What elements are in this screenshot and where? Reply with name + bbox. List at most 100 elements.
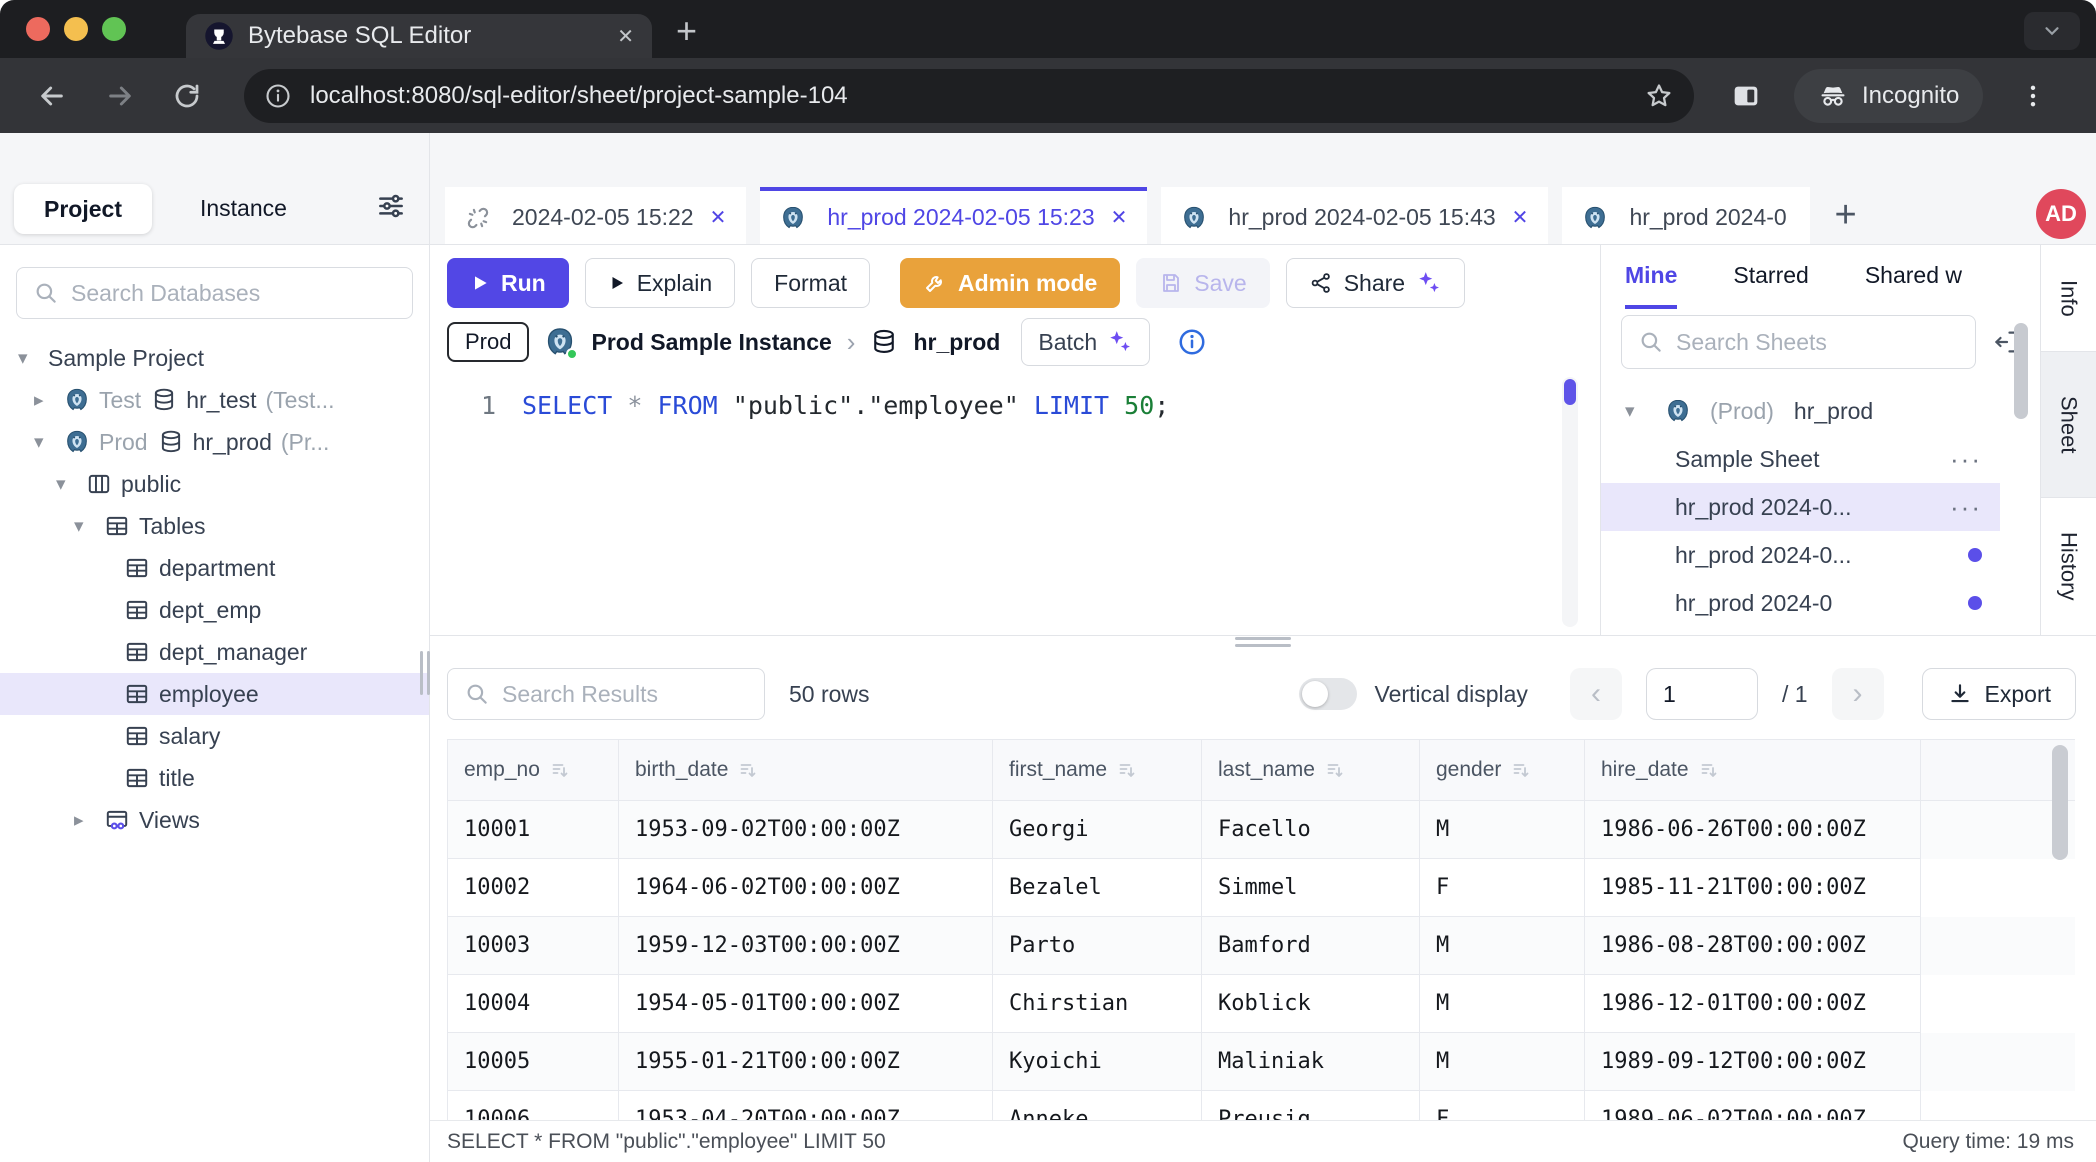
sort-icon[interactable] <box>550 760 570 780</box>
admin-mode-button[interactable]: Admin mode <box>900 258 1120 308</box>
table-row[interactable]: 100021964-06-02T00:00:00ZBezalelSimmelF1… <box>447 859 2075 917</box>
format-button[interactable]: Format <box>751 258 870 308</box>
strip-tab-history[interactable]: History <box>2041 498 2096 635</box>
tab-search-chevron-button[interactable] <box>2024 12 2080 50</box>
search-sheets-input[interactable]: Search Sheets <box>1621 315 1976 369</box>
panel-splitter[interactable] <box>430 635 2096 649</box>
avatar[interactable]: AD <box>2036 189 2086 239</box>
table-cell[interactable]: 10001 <box>447 801 619 859</box>
table-cell[interactable]: Anneke <box>993 1091 1202 1120</box>
table-cell[interactable]: M <box>1420 917 1585 975</box>
tree-item-public[interactable]: ▾public <box>0 463 429 505</box>
table-cell[interactable]: Koblick <box>1202 975 1420 1033</box>
table-cell[interactable]: 10005 <box>447 1033 619 1091</box>
next-page-button[interactable]: › <box>1832 668 1884 720</box>
info-circle-icon[interactable] <box>1177 327 1207 357</box>
table-cell[interactable]: F <box>1420 859 1585 917</box>
editor-scrollbar-thumb[interactable] <box>1564 379 1576 405</box>
column-header-gender[interactable]: gender <box>1420 739 1585 801</box>
table-cell[interactable]: 1953-09-02T00:00:00Z <box>619 801 993 859</box>
reload-icon[interactable] <box>172 81 202 111</box>
table-row[interactable]: 100011953-09-02T00:00:00ZGeorgiFacelloM1… <box>447 801 2075 859</box>
table-row[interactable]: 100061953-04-20T00:00:00ZAnnekePreusigF1… <box>447 1091 2075 1120</box>
sheet-tree-root[interactable]: ▾(Prod)hr_prod <box>1601 387 2040 435</box>
tree-item-title[interactable]: title <box>0 757 429 799</box>
strip-tab-sheet[interactable]: Sheet <box>2041 352 2096 498</box>
tab-instance[interactable]: Instance <box>200 195 287 222</box>
table-cell[interactable]: 1986-12-01T00:00:00Z <box>1585 975 1921 1033</box>
table-cell[interactable]: 10004 <box>447 975 619 1033</box>
sort-icon[interactable] <box>738 760 758 780</box>
table-cell[interactable]: Parto <box>993 917 1202 975</box>
tree-item-dept-emp[interactable]: dept_emp <box>0 589 429 631</box>
site-info-icon[interactable] <box>264 82 292 110</box>
tree-item-tables[interactable]: ▾Tables <box>0 505 429 547</box>
tree-item-views[interactable]: ▸Views <box>0 799 429 841</box>
address-bar[interactable]: localhost:8080/sql-editor/sheet/project-… <box>244 69 1694 123</box>
table-cell[interactable]: 1989-09-12T00:00:00Z <box>1585 1033 1921 1091</box>
table-cell[interactable]: 1986-06-26T00:00:00Z <box>1585 801 1921 859</box>
tree-item-dept-manager[interactable]: dept_manager <box>0 631 429 673</box>
table-row[interactable]: 100031959-12-03T00:00:00ZPartoBamfordM19… <box>447 917 2075 975</box>
column-header-first_name[interactable]: first_name <box>993 739 1202 801</box>
sheet-item[interactable]: Sample Sheet··· <box>1601 435 2000 483</box>
table-cell[interactable]: 1986-08-28T00:00:00Z <box>1585 917 1921 975</box>
forward-icon[interactable] <box>104 80 136 112</box>
column-header-emp_no[interactable]: emp_no <box>447 739 619 801</box>
table-cell[interactable]: 1954-05-01T00:00:00Z <box>619 975 993 1033</box>
sort-icon[interactable] <box>1117 760 1137 780</box>
table-cell[interactable]: 1964-06-02T00:00:00Z <box>619 859 993 917</box>
back-icon[interactable] <box>36 80 68 112</box>
close-tab-icon[interactable]: ✕ <box>710 205 727 230</box>
sidebar-resize-handle[interactable] <box>420 651 430 695</box>
vertical-display-toggle[interactable] <box>1299 678 1357 710</box>
sheet-tab-mine[interactable]: Mine <box>1625 245 1677 309</box>
sheet-list-scrollbar-thumb[interactable] <box>2014 323 2028 419</box>
table-cell[interactable]: Georgi <box>993 801 1202 859</box>
editor-scrollbar[interactable] <box>1562 377 1578 627</box>
table-cell[interactable]: Kyoichi <box>993 1033 1202 1091</box>
table-cell[interactable]: 1953-04-20T00:00:00Z <box>619 1091 993 1120</box>
minimize-window-button[interactable] <box>64 17 88 41</box>
splitter-drag-handle[interactable] <box>1235 637 1291 647</box>
new-worksheet-button[interactable]: + <box>1824 187 1866 244</box>
table-row[interactable]: 100041954-05-01T00:00:00ZChirstianKoblic… <box>447 975 2075 1033</box>
browser-new-tab-button[interactable]: + <box>676 10 697 52</box>
explain-button[interactable]: Explain <box>585 258 735 308</box>
sheet-tab-starred[interactable]: Starred <box>1733 245 1808 309</box>
sql-editor[interactable]: 1 SELECT * FROM "public"."employee" LIMI… <box>430 373 1600 635</box>
table-cell[interactable]: 1959-12-03T00:00:00Z <box>619 917 993 975</box>
chevron-down-icon[interactable]: ▾ <box>74 515 104 538</box>
tree-item-salary[interactable]: salary <box>0 715 429 757</box>
close-tab-icon[interactable]: ✕ <box>1512 205 1529 230</box>
database-name[interactable]: hr_prod <box>913 329 1000 356</box>
chevron-down-icon[interactable]: ▾ <box>18 347 48 370</box>
sort-icon[interactable] <box>1699 760 1719 780</box>
table-cell[interactable]: 1989-06-02T00:00:00Z <box>1585 1091 1921 1120</box>
close-tab-icon[interactable]: ✕ <box>1111 205 1128 230</box>
sort-icon[interactable] <box>1325 760 1345 780</box>
chevron-down-icon[interactable]: ▾ <box>56 473 86 496</box>
sheet-item[interactable]: hr_prod 2024-0... <box>1601 531 2000 579</box>
table-cell[interactable]: 10002 <box>447 859 619 917</box>
worksheet-tab[interactable]: 2024-02-05 15:22✕ <box>445 187 746 244</box>
table-cell[interactable]: M <box>1420 1033 1585 1091</box>
more-menu-icon[interactable]: ··· <box>1950 492 1982 523</box>
close-window-button[interactable] <box>26 17 50 41</box>
share-button[interactable]: Share <box>1286 258 1465 308</box>
worksheet-tab[interactable]: hr_prod 2024-02-05 15:23✕ <box>760 187 1147 244</box>
close-browser-tab-icon[interactable]: ✕ <box>617 24 634 49</box>
zoom-window-button[interactable] <box>102 17 126 41</box>
tree-item-hr-prod[interactable]: ▾Prodhr_prod(Pr... <box>0 421 429 463</box>
prev-page-button[interactable]: ‹ <box>1570 668 1622 720</box>
table-cell[interactable]: 1985-11-21T00:00:00Z <box>1585 859 1921 917</box>
column-header-hire_date[interactable]: hire_date <box>1585 739 1921 801</box>
tree-item-department[interactable]: department <box>0 547 429 589</box>
chevron-down-icon[interactable]: ▾ <box>34 431 64 454</box>
tree-item-employee[interactable]: employee <box>0 673 429 715</box>
table-scrollbar-thumb[interactable] <box>2052 745 2068 860</box>
table-cell[interactable]: 10006 <box>447 1091 619 1120</box>
table-cell[interactable]: 10003 <box>447 917 619 975</box>
table-cell[interactable]: Facello <box>1202 801 1420 859</box>
table-cell[interactable]: 1955-01-21T00:00:00Z <box>619 1033 993 1091</box>
